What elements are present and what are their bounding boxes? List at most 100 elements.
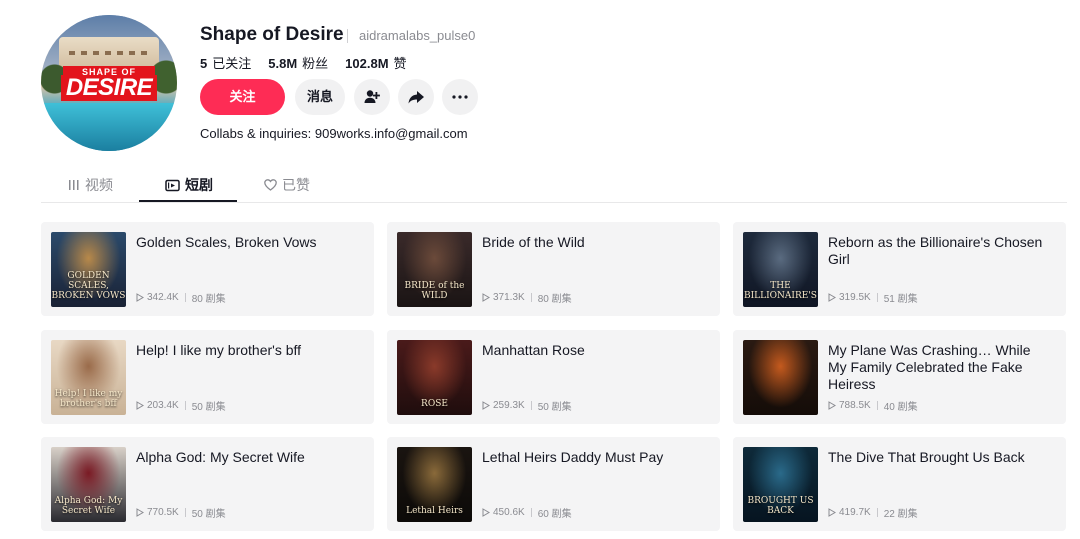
drama-episode-count: 50 剧集 [191, 402, 226, 413]
drama-title[interactable]: Golden Scales, Broken Vows [136, 234, 361, 251]
likes-count: 102.8M [345, 56, 389, 71]
drama-play-count: 342.4K [147, 292, 179, 303]
drama-thumbnail[interactable]: THE BILLIONAIRE'S [743, 232, 818, 307]
following-count: 5 [200, 56, 208, 71]
drama-play-count: 371.3K [493, 292, 525, 303]
followers-stat[interactable]: 5.8M 粉丝 [268, 53, 328, 72]
drama-play-count: 450.6K [493, 507, 525, 518]
profile-name: Shape of Desire [200, 24, 344, 45]
follow-button[interactable]: 关注 [200, 79, 285, 115]
drama-card[interactable]: Help! I like my brother's bff Help! I lik… [41, 330, 374, 424]
drama-title[interactable]: Lethal Heirs Daddy Must Pay [482, 449, 707, 466]
drama-play-count: 203.4K [147, 400, 179, 411]
drama-meta: 371.3K 80 剧集 [482, 290, 572, 305]
tab-liked[interactable]: 已赞 [264, 175, 310, 195]
drama-card[interactable]: BROUGHT US BACK The Dive That Brought Us … [733, 437, 1066, 531]
tab-series[interactable]: 短剧 [165, 175, 213, 195]
tab-videos-label: 视频 [85, 177, 113, 193]
drama-play-count: 259.3K [493, 400, 525, 411]
avatar-logo-main: DESIRE [61, 75, 157, 101]
add-user-icon [364, 90, 380, 103]
drama-meta: 788.5K 40 剧集 [828, 398, 918, 413]
tab-series-label: 短剧 [185, 177, 213, 193]
drama-episode-count: 51 剧集 [883, 294, 918, 305]
profile-stats: 5 已关注 5.8M 粉丝 102.8M 赞 [200, 53, 424, 72]
drama-meta: 419.7K 22 剧集 [828, 505, 918, 520]
drama-thumbnail[interactable]: Lethal Heirs [397, 447, 472, 522]
play-icon [828, 401, 836, 410]
drama-meta: 342.4K 80 剧集 [136, 290, 226, 305]
drama-title[interactable]: Manhattan Rose [482, 342, 707, 359]
drama-play-count: 770.5K [147, 507, 179, 518]
meta-divider [876, 293, 878, 302]
drama-thumbnail[interactable]: Help! I like my brother's bff [51, 340, 126, 415]
more-icon [452, 95, 468, 99]
drama-title[interactable]: Bride of the Wild [482, 234, 707, 251]
followers-count: 5.8M [268, 56, 298, 71]
add-friend-button[interactable] [354, 79, 390, 115]
drama-title[interactable]: The Dive That Brought Us Back [828, 449, 1053, 466]
drama-episode-count: 22 剧集 [883, 509, 918, 520]
drama-play-count: 419.7K [839, 507, 871, 518]
drama-thumbnail[interactable]: GOLDEN SCALES, BROKEN VOWS [51, 232, 126, 307]
drama-card[interactable]: Lethal Heirs Lethal Heirs Daddy Must Pay 4… [387, 437, 720, 531]
drama-thumbnail-title: GOLDEN SCALES, BROKEN VOWS [51, 271, 126, 301]
drama-episode-count: 50 剧集 [191, 509, 226, 520]
drama-title[interactable]: Alpha God: My Secret Wife [136, 449, 361, 466]
profile-page: SHAPE OF DESIRE Shape of Desire aidramal… [0, 0, 1080, 539]
series-icon [165, 179, 180, 191]
drama-title[interactable]: Help! I like my brother's bff [136, 342, 361, 359]
play-icon [136, 508, 144, 517]
meta-divider [876, 508, 878, 517]
drama-title[interactable]: Reborn as the Billionaire's Chosen Girl [828, 234, 1053, 268]
followers-label: 粉丝 [302, 56, 329, 71]
share-button[interactable] [398, 79, 434, 115]
profile-handle: aidramalabs_pulse0 [359, 28, 476, 43]
following-label: 已关注 [212, 56, 252, 71]
drama-card[interactable]: GOLDEN SCALES, BROKEN VOWS Golden Scales,… [41, 222, 374, 316]
meta-divider [184, 401, 186, 410]
tab-videos[interactable]: 视频 [68, 175, 113, 195]
drama-thumbnail[interactable]: Alpha God: My Secret Wife [51, 447, 126, 522]
drama-thumbnail[interactable] [743, 340, 818, 415]
drama-thumbnail-title: Lethal Heirs [406, 506, 463, 516]
drama-thumbnail-title: ROSE [421, 399, 448, 409]
drama-thumbnail-title: Alpha God: My Secret Wife [54, 496, 123, 516]
play-icon [136, 293, 144, 302]
drama-card[interactable]: THE BILLIONAIRE'S Reborn as the Billionai… [733, 222, 1066, 316]
drama-meta: 450.6K 60 剧集 [482, 505, 572, 520]
meta-divider [530, 508, 532, 517]
following-stat[interactable]: 5 已关注 [200, 53, 251, 72]
more-button[interactable] [442, 79, 478, 115]
play-icon [482, 508, 490, 517]
meta-divider [876, 401, 878, 410]
drama-episode-count: 80 剧集 [537, 294, 572, 305]
drama-play-count: 319.5K [839, 292, 871, 303]
drama-card[interactable]: BRIDE of the WILD Bride of the Wild 371.3K… [387, 222, 720, 316]
active-tab-indicator [139, 200, 237, 202]
profile-tabs: 视频 短剧 已赞 [41, 170, 1067, 203]
tab-liked-label: 已赞 [282, 177, 310, 193]
play-icon [828, 293, 836, 302]
drama-card[interactable]: Alpha God: My Secret Wife Alpha God: My S… [41, 437, 374, 531]
drama-play-count: 788.5K [839, 400, 871, 411]
drama-episode-count: 50 剧集 [537, 402, 572, 413]
meta-divider [184, 293, 186, 302]
meta-divider [530, 293, 532, 302]
drama-thumbnail-title: BRIDE of the WILD [404, 281, 465, 301]
drama-thumbnail[interactable]: BRIDE of the WILD [397, 232, 472, 307]
avatar[interactable]: SHAPE OF DESIRE [41, 15, 177, 151]
drama-thumbnail[interactable]: BROUGHT US BACK [743, 447, 818, 522]
message-button[interactable]: 消息 [295, 79, 345, 115]
drama-card[interactable]: ROSE Manhattan Rose 259.3K 50 剧集 [387, 330, 720, 424]
drama-meta: 203.4K 50 剧集 [136, 398, 226, 413]
drama-title[interactable]: My Plane Was Crashing… While My Family C… [828, 342, 1053, 393]
drama-card[interactable]: My Plane Was Crashing… While My Family C… [733, 330, 1066, 424]
drama-episode-count: 80 剧集 [191, 294, 226, 305]
play-icon [482, 401, 490, 410]
drama-meta: 770.5K 50 剧集 [136, 505, 226, 520]
name-divider [347, 29, 348, 43]
drama-thumbnail[interactable]: ROSE [397, 340, 472, 415]
drama-thumbnail-title: BROUGHT US BACK [747, 496, 814, 516]
drama-meta: 259.3K 50 剧集 [482, 398, 572, 413]
